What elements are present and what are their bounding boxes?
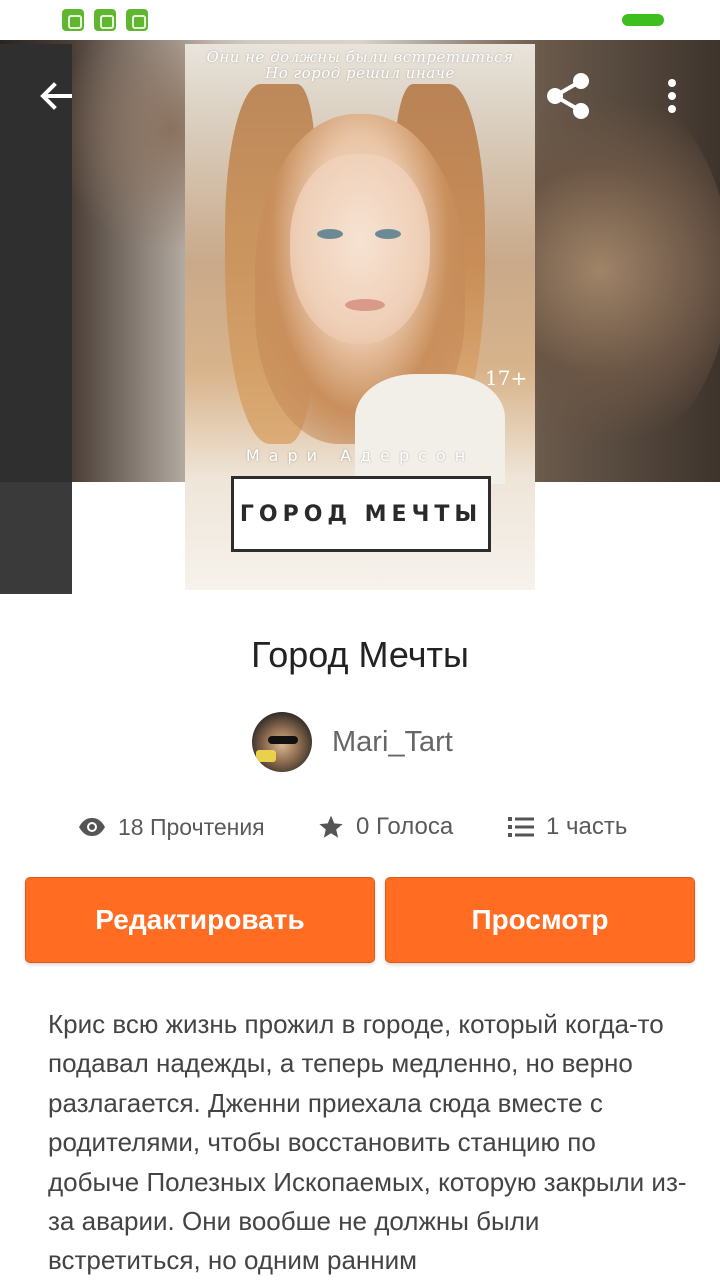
side-panel-lower — [0, 482, 72, 594]
cover-author: Мари Адерсон — [245, 446, 475, 465]
status-bar — [0, 0, 720, 40]
reads-count: 18 Прочтения — [118, 813, 265, 840]
book-cover[interactable]: Они не должны были встретиться Но город … — [185, 44, 535, 590]
back-button[interactable] — [28, 68, 84, 124]
avatar[interactable] — [252, 712, 312, 772]
list-icon — [508, 817, 534, 837]
story-title: Город Мечты — [251, 634, 469, 675]
votes-stat: 0 Голоса — [318, 804, 453, 850]
more-vertical-icon — [668, 79, 676, 113]
eye-icon — [79, 818, 105, 836]
star-icon — [319, 815, 343, 838]
view-button[interactable]: Просмотр — [385, 877, 695, 963]
votes-count: 0 Голоса — [356, 813, 454, 840]
cover-tagline: Но город решил иначе — [265, 64, 455, 82]
notification-icon — [62, 9, 84, 31]
story-description: Крис всю жизнь прожил в городе, который … — [48, 1009, 687, 1276]
more-button[interactable] — [644, 68, 700, 124]
cover-title: ГОРОД МЕЧТЫ — [239, 501, 483, 527]
author-name[interactable]: Mari_Tart — [332, 726, 453, 759]
notification-icon — [126, 9, 148, 31]
parts-count: 1 часть — [546, 813, 628, 840]
share-button[interactable] — [540, 68, 596, 124]
cover-age-rating: 17+ — [485, 366, 528, 390]
battery-icon — [622, 14, 664, 26]
parts-stat: 1 часть — [508, 804, 627, 850]
notification-icon — [94, 9, 116, 31]
author-link[interactable]: Mari_Tart — [252, 712, 453, 772]
arrow-left-icon — [40, 82, 72, 110]
story-stats: 18 Прочтения 0 Голоса 1 часть — [0, 804, 720, 850]
share-icon — [547, 73, 589, 119]
cover-title-box: ГОРОД МЕЧТЫ — [231, 476, 491, 552]
edit-button[interactable]: Редактировать — [25, 877, 375, 963]
reads-stat: 18 Прочтения — [78, 804, 265, 850]
